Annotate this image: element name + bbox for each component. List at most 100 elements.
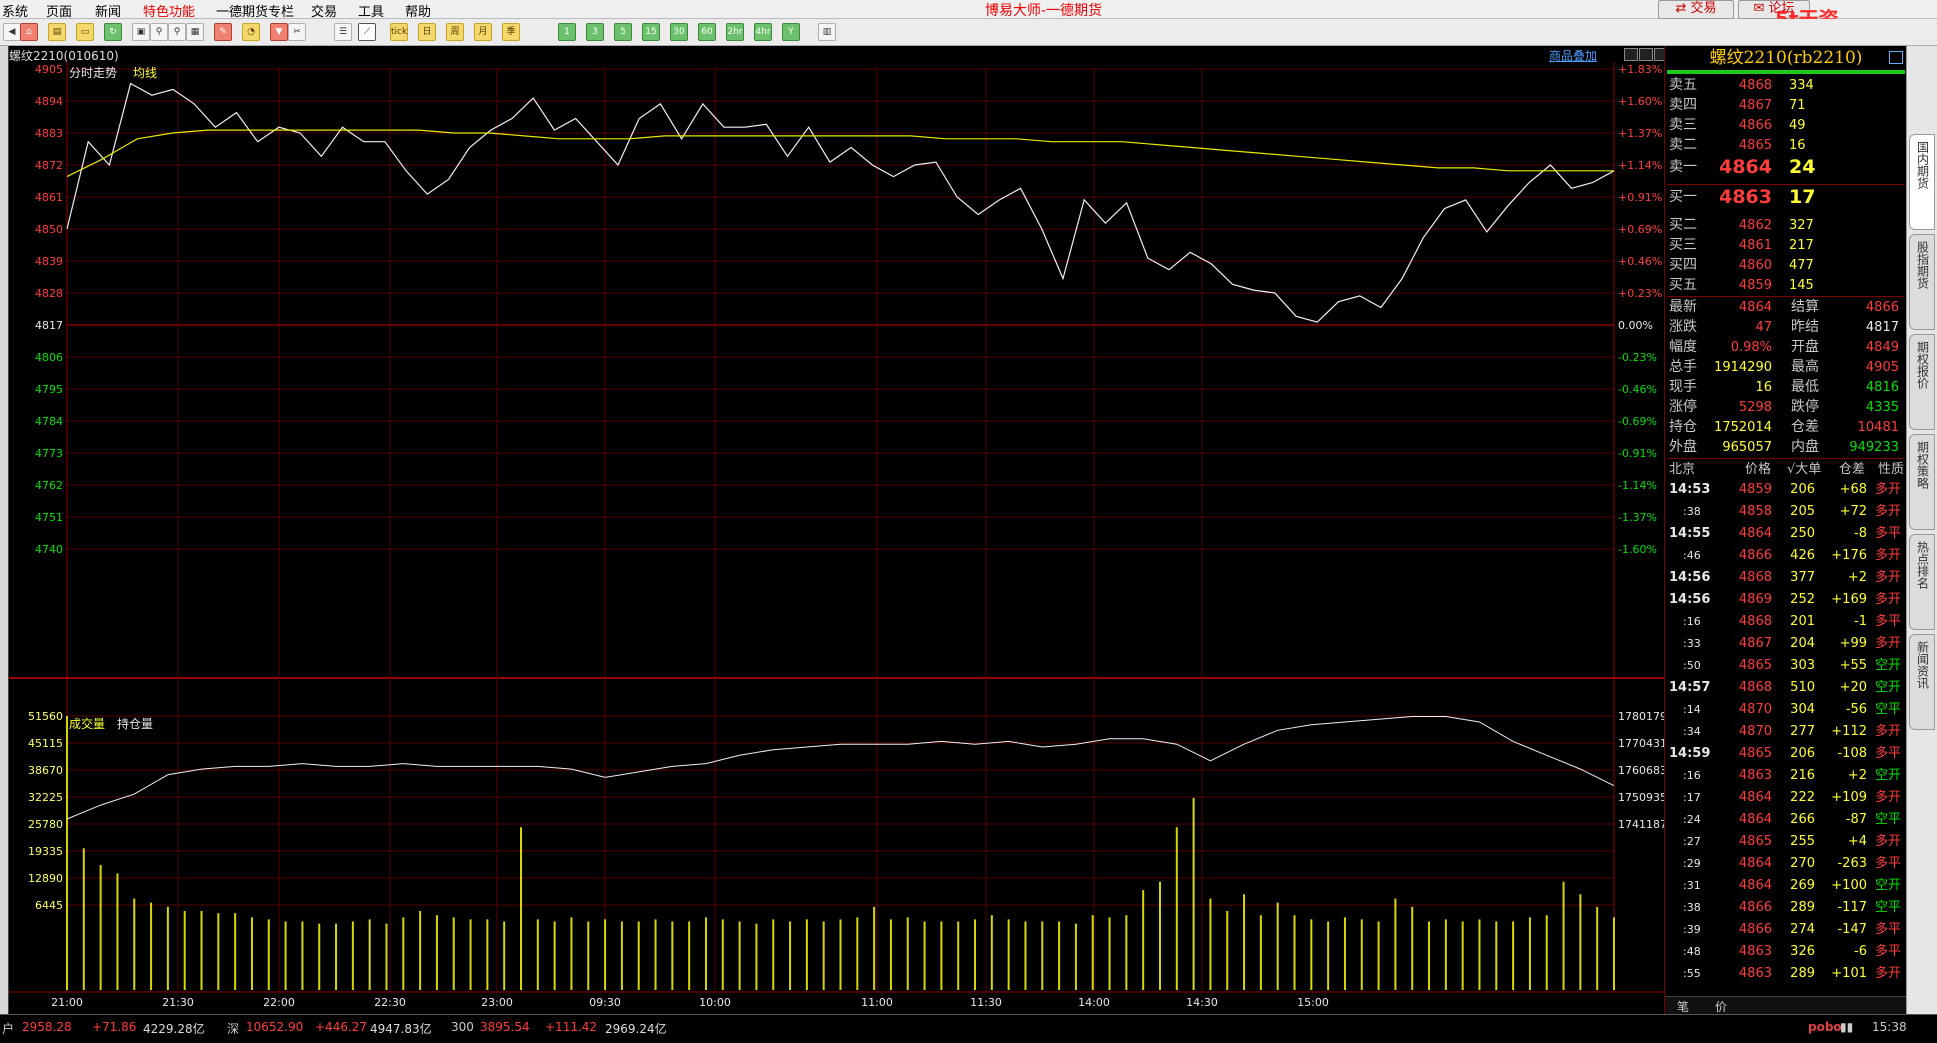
stat-label: 结算	[1791, 299, 1819, 315]
zoom-icon[interactable]: ⚲	[168, 23, 186, 41]
tick-row: :50 4865 303 +55 空开	[1665, 656, 1907, 675]
bid1-row: 买一 4863 17	[1665, 188, 1907, 207]
min1-button[interactable]: 1	[558, 23, 576, 41]
filter-icon[interactable]: ▼	[270, 23, 288, 41]
year-button[interactable]: Y	[782, 23, 800, 41]
tick-price: 4867	[1738, 636, 1772, 651]
ask-row: 卖二 4865 16	[1665, 136, 1907, 155]
tick-oi-change: +100	[1831, 878, 1867, 893]
tick-button[interactable]: tick	[390, 23, 408, 41]
bid-row: 买五 4859 145	[1665, 276, 1907, 295]
tools-icon[interactable]: ✂	[288, 23, 306, 41]
bid-price: 4859	[1738, 278, 1772, 293]
tick-row: :29 4864 270 -263 多平	[1665, 854, 1907, 873]
tick-oi-change: +55	[1839, 658, 1867, 673]
folder-icon[interactable]: ▤	[48, 23, 66, 41]
tick-oi-change: +20	[1839, 680, 1867, 695]
min30-button[interactable]: 30	[670, 23, 688, 41]
notes-icon[interactable]: ▥	[818, 23, 836, 41]
stat-label: 幅度	[1669, 339, 1697, 355]
quote-panel: 螺纹2210(rb2210) 卖五 4868 334 卖四 4867 71 卖三 4866 49…	[1664, 46, 1907, 1014]
side-tab-option-quotes[interactable]: 期权报价	[1909, 334, 1935, 430]
min60-button[interactable]: 60	[698, 23, 716, 41]
status-index-item: 2958.28	[22, 1020, 72, 1034]
tick-volume: 326	[1790, 944, 1815, 959]
table-icon[interactable]: ☰	[334, 23, 352, 41]
ask-volume: 16	[1789, 138, 1806, 153]
price-tick-label: 4795	[35, 383, 63, 396]
tick-volume: 252	[1790, 592, 1815, 607]
window-icon[interactable]: ▣	[132, 23, 150, 41]
bid-label: 买三	[1669, 237, 1697, 253]
app-title: 博易大师-一德期货	[985, 3, 1103, 19]
side-tabs: 国内期货 股指期货 期权报价 期权策略 热点排名 新闻资讯	[1906, 46, 1937, 1014]
volume-tick-label: 25780	[28, 818, 63, 831]
legend-volume: 成交量	[69, 716, 105, 731]
trade-button[interactable]: ⇄ 交易	[1658, 0, 1734, 19]
price-tick-label: 4850	[35, 223, 63, 236]
window-restore-icon[interactable]	[1639, 48, 1653, 61]
min15-button[interactable]: 15	[642, 23, 660, 41]
intraday-chart[interactable]: 4905 +1.83% 4894 +1.60% 4883 +1.37% 4872 +1.14%…	[9, 62, 1664, 1012]
tick-nature: 多开	[1875, 504, 1902, 519]
menu-features[interactable]: 特色功能	[143, 1, 195, 20]
status-index-item: 10652.90	[246, 1020, 304, 1034]
price-tick-label: 4894	[35, 95, 63, 108]
panel-popout-icon[interactable]	[1889, 51, 1903, 64]
refresh-icon[interactable]: ↻	[104, 23, 122, 41]
tick-oi-change: +99	[1839, 636, 1867, 651]
menu-yide-column[interactable]: 一德期货专栏	[216, 1, 294, 20]
tick-volume: 289	[1790, 900, 1815, 915]
left-scrollbar[interactable]	[0, 46, 8, 1014]
tick-row: :38 4858 205 +72 多开	[1665, 502, 1907, 521]
price-tick-label: 4806	[35, 351, 63, 364]
tab-tick-by-price[interactable]: 价	[1715, 998, 1727, 1015]
menu-help[interactable]: 帮助	[405, 1, 431, 20]
month-button[interactable]: 月	[474, 23, 492, 41]
hr4-button[interactable]: 4hr	[754, 23, 772, 41]
stat-label: 外盘	[1669, 439, 1697, 455]
window-minimize-icon[interactable]	[1624, 48, 1638, 61]
ask-label: 卖四	[1669, 97, 1697, 113]
tick-volume: 266	[1790, 812, 1815, 827]
tab-tick-by-trade[interactable]: 笔	[1677, 998, 1689, 1015]
side-tab-index-futures[interactable]: 股指期货	[1909, 234, 1935, 330]
stat-label: 昨结	[1791, 319, 1819, 335]
pct-tick-label: -1.14%	[1618, 479, 1657, 492]
hr2-button[interactable]: 2hr	[726, 23, 744, 41]
search-icon[interactable]: ⚲	[150, 23, 168, 41]
open-icon[interactable]: ▭	[76, 23, 94, 41]
tick-row: :38 4866 289 -117 空平	[1665, 898, 1907, 917]
pen-icon[interactable]: ✎	[214, 23, 232, 41]
side-tab-news[interactable]: 新闻资讯	[1909, 634, 1935, 730]
quarter-button[interactable]: 季	[502, 23, 520, 41]
time-tick-label: 23:00	[481, 996, 513, 1009]
back-icon[interactable]: ◀	[3, 23, 21, 41]
home-icon[interactable]: ⌂	[20, 23, 38, 41]
intraday-chart-icon[interactable]: ⟋	[358, 23, 376, 41]
volume-tick-label: 32225	[28, 791, 63, 804]
menu-tools[interactable]: 工具	[358, 1, 384, 20]
ask1-volume: 24	[1789, 156, 1816, 178]
menu-system[interactable]: 系统	[2, 1, 28, 20]
bid-label: 买二	[1669, 217, 1697, 233]
pct-tick-label: +0.23%	[1618, 287, 1662, 300]
bid-price: 4861	[1738, 238, 1772, 253]
day-button[interactable]: 日	[418, 23, 436, 41]
menu-news[interactable]: 新闻	[95, 1, 121, 20]
tick-price: 4864	[1738, 812, 1772, 827]
price-tick-label: 4883	[35, 127, 63, 140]
stat-label: 总手	[1669, 359, 1697, 375]
layout-icon[interactable]: ▦	[186, 23, 204, 41]
alarm-icon[interactable]: ◔	[242, 23, 260, 41]
min3-button[interactable]: 3	[586, 23, 604, 41]
min5-button[interactable]: 5	[614, 23, 632, 41]
week-button[interactable]: 周	[446, 23, 464, 41]
menu-trade[interactable]: 交易	[311, 1, 337, 20]
menu-page[interactable]: 页面	[46, 1, 72, 20]
side-tab-option-strategy[interactable]: 期权策略	[1909, 434, 1935, 530]
clock: 15:38	[1872, 1020, 1907, 1034]
side-tab-hot-ranking[interactable]: 热点排名	[1909, 534, 1935, 630]
side-tab-domestic-futures[interactable]: 国内期货	[1909, 134, 1935, 230]
menu-bar: 系统 页面 新闻 特色功能 一德期货专栏 交易 工具 帮助 博易大师-一德期货 …	[0, 0, 1937, 56]
